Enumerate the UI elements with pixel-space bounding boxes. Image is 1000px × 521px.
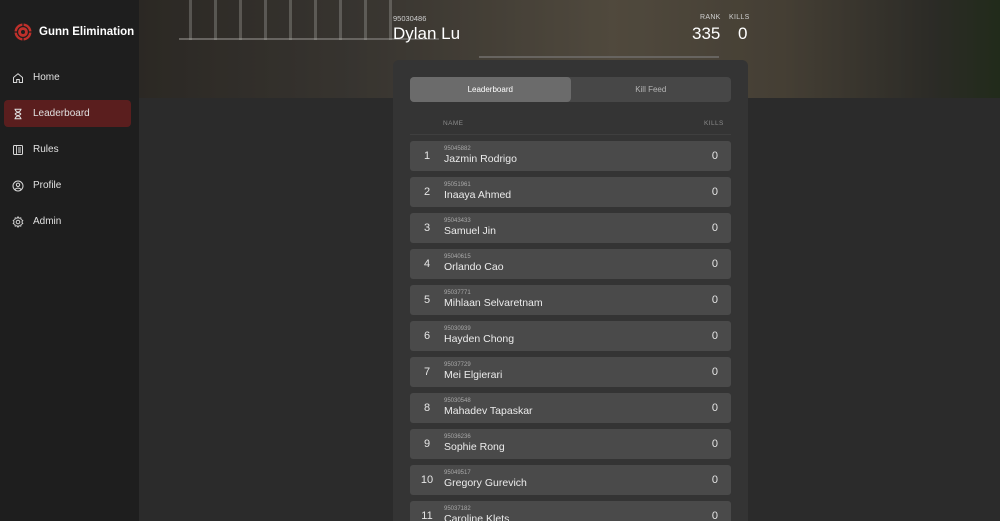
nav-item-label: Home	[33, 72, 60, 83]
row-player-name: Mahadev Tapaskar	[444, 405, 533, 417]
rank-value: 335	[692, 24, 721, 43]
leaderboard-row[interactable]: 4 95040615 Orlando Cao 0	[410, 249, 731, 279]
row-student-id: 95030939	[444, 326, 471, 332]
row-rank: 4	[423, 258, 431, 270]
gear-icon	[12, 215, 24, 228]
row-kills: 0	[711, 222, 718, 234]
row-student-id: 95045882	[444, 146, 471, 152]
row-player-name: Orlando Cao	[444, 261, 504, 273]
nav-item-profile[interactable]: Profile	[4, 172, 131, 199]
row-kills: 0	[711, 294, 718, 306]
row-rank: 1	[423, 150, 431, 162]
row-rank: 10	[420, 474, 434, 486]
leaderboard-row[interactable]: 5 95037771 Mihlaan Selvaretnam 0	[410, 285, 731, 315]
leaderboard-row[interactable]: 11 95037182 Caroline Klets 0	[410, 501, 731, 521]
row-rank: 11	[421, 510, 433, 521]
tab-leaderboard[interactable]: Leaderboard	[410, 77, 571, 102]
leaderboard-row[interactable]: 3 95043433 Samuel Jin 0	[410, 213, 731, 243]
row-player-name: Inaaya Ahmed	[444, 189, 512, 201]
leaderboard-list: 1 95045882 Jazmin Rodrigo 0 2 95051961 I…	[410, 141, 731, 521]
player-name: Dylan Lu	[393, 24, 461, 43]
tab-kill-feed[interactable]: Kill Feed	[571, 77, 732, 102]
row-kills: 0	[711, 150, 718, 162]
home-icon	[12, 72, 24, 84]
row-rank: 8	[423, 402, 431, 414]
nav-item-admin[interactable]: Admin	[4, 208, 131, 235]
row-kills: 0	[711, 366, 718, 378]
nav-item-leaderboard[interactable]: Leaderboard	[4, 100, 131, 127]
nav-item-label: Admin	[33, 216, 62, 227]
row-student-id: 95030548	[444, 398, 471, 404]
row-student-id: 95037182	[444, 506, 471, 512]
nav-item-rules[interactable]: Rules	[4, 136, 131, 163]
row-student-id: 95037771	[444, 290, 471, 296]
leaderboard-row[interactable]: 8 95030548 Mahadev Tapaskar 0	[410, 393, 731, 423]
row-player-name: Jazmin Rodrigo	[444, 153, 517, 165]
header-divider	[410, 134, 731, 135]
row-player-name: Sophie Rong	[444, 441, 505, 453]
nav-item-label: Leaderboard	[33, 108, 90, 119]
row-student-id: 95049517	[444, 470, 471, 476]
kills-value: 0	[738, 24, 748, 43]
leaderboard-row[interactable]: 7 95037729 Mei Elgierari 0	[410, 357, 731, 387]
row-rank: 7	[423, 366, 431, 378]
row-rank: 5	[423, 294, 431, 306]
row-player-name: Mei Elgierari	[444, 369, 503, 381]
row-student-id: 95043433	[444, 218, 471, 224]
row-kills: 0	[711, 402, 718, 414]
row-rank: 6	[423, 330, 431, 342]
row-student-id: 95051961	[444, 182, 471, 188]
row-rank: 3	[423, 222, 431, 234]
row-kills: 0	[711, 438, 718, 450]
nav-item-label: Profile	[33, 180, 62, 191]
row-player-name: Mihlaan Selvaretnam	[444, 297, 543, 309]
row-kills: 0	[711, 258, 718, 270]
user-circle-icon	[12, 180, 24, 192]
hourglass-icon	[12, 108, 24, 120]
brand[interactable]: Gunn Elimination	[0, 0, 139, 64]
leaderboard-panel: Leaderboard Kill Feed NAME KILLS 1 95045…	[393, 60, 748, 521]
row-player-name: Samuel Jin	[444, 225, 496, 237]
name-column-header: NAME	[443, 120, 464, 127]
row-player-name: Hayden Chong	[444, 333, 515, 345]
kills-label: KILLS	[729, 14, 750, 21]
row-kills: 0	[711, 510, 718, 521]
row-kills: 0	[711, 474, 718, 486]
player-id: 95030486	[393, 14, 427, 23]
row-player-name: Caroline Klets	[444, 513, 510, 521]
sidebar: Gunn Elimination Home Leaderboard Rules …	[0, 0, 139, 521]
row-player-name: Gregory Gurevich	[444, 477, 527, 489]
row-kills: 0	[711, 186, 718, 198]
row-rank: 9	[423, 438, 431, 450]
row-student-id: 95037729	[444, 362, 471, 368]
nav-item-label: Rules	[33, 144, 59, 155]
book-icon	[12, 144, 24, 156]
kills-column-header: KILLS	[704, 120, 724, 127]
nav-item-home[interactable]: Home	[4, 64, 131, 91]
leaderboard-row[interactable]: 2 95051961 Inaaya Ahmed 0	[410, 177, 731, 207]
row-student-id: 95036236	[444, 434, 471, 440]
leaderboard-row[interactable]: 9 95036236 Sophie Rong 0	[410, 429, 731, 459]
row-kills: 0	[711, 330, 718, 342]
leaderboard-row[interactable]: 6 95030939 Hayden Chong 0	[410, 321, 731, 351]
crosshair-logo-icon	[13, 22, 33, 42]
main-nav: Home Leaderboard Rules Profile Admin	[0, 64, 139, 235]
leaderboard-row[interactable]: 10 95049517 Gregory Gurevich 0	[410, 465, 731, 495]
leaderboard-row[interactable]: 1 95045882 Jazmin Rodrigo 0	[410, 141, 731, 171]
row-rank: 2	[423, 186, 431, 198]
row-student-id: 95040615	[444, 254, 471, 260]
view-tabs: Leaderboard Kill Feed	[410, 77, 731, 102]
rank-label: RANK	[700, 14, 721, 21]
app-name: Gunn Elimination	[39, 26, 135, 38]
